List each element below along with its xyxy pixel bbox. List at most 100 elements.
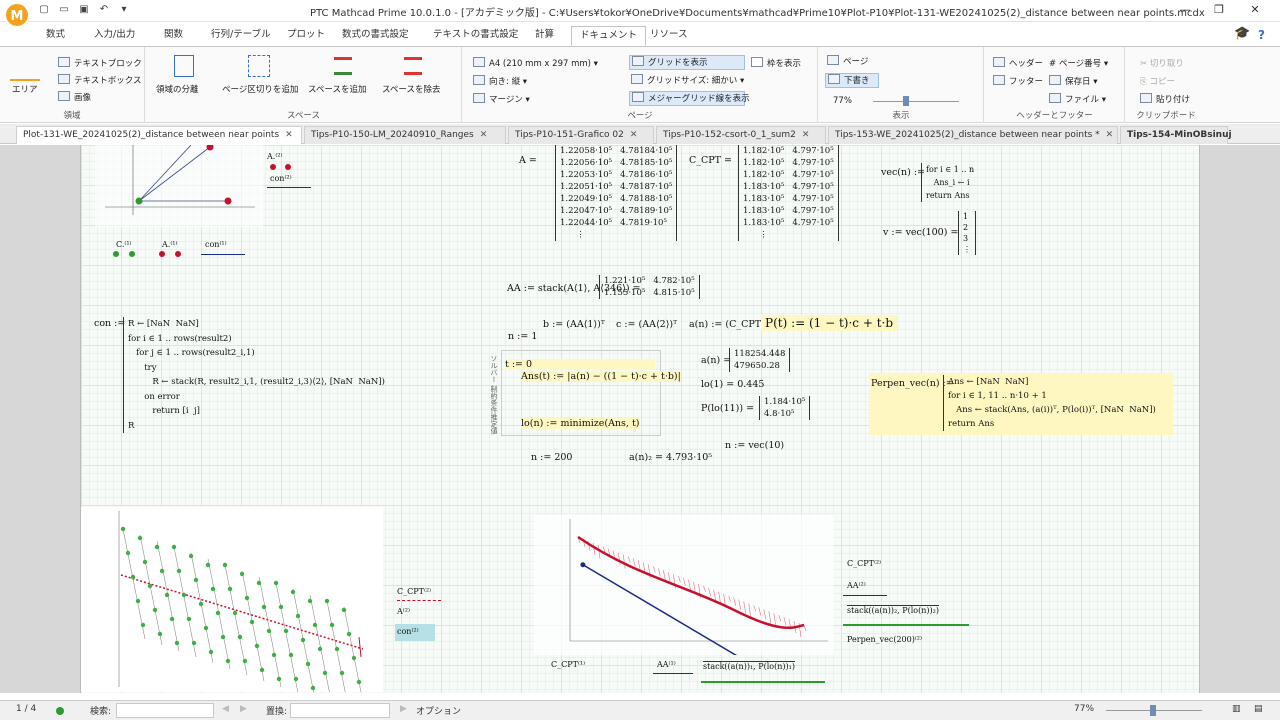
status-zoom-thumb[interactable] [1150,705,1156,716]
con-program[interactable]: R ← [NaN NaN] for i ∈ 1 .. rows(result2)… [123,317,385,433]
save-icon[interactable]: ▣ [78,4,90,16]
replace-next-icon[interactable]: ▶ [400,704,407,714]
new-file-icon[interactable]: ▢ [38,4,50,16]
a-n-vector[interactable]: 118254.448 479650.28 [729,348,791,372]
doc-tab-6-label: Tips-154-MinOBsinuj [1127,130,1232,140]
legend-marker [285,164,291,170]
add-page-break-button[interactable]: ページ区切りを追加 [222,83,298,95]
close-icon[interactable]: ✕ [1106,130,1114,140]
c-def[interactable]: c := (AA⟨2⟩)ᵀ [616,319,677,330]
page-number-dropdown[interactable]: # ページ番号 ▾ [1049,57,1108,69]
draft-view-button[interactable]: 下書き [825,73,879,88]
data-point [288,652,294,658]
close-button[interactable]: ✕ [1240,3,1270,19]
minimize-button[interactable]: — [1170,3,1200,19]
orientation-dropdown[interactable]: 向き: 縦 ▾ [473,75,527,87]
b-def[interactable]: b := (AA⟨1⟩)ᵀ [543,319,605,330]
search-input[interactable] [116,703,214,718]
options-button[interactable]: オプション [416,704,461,717]
a-n-2-eval[interactable]: a(n)₂ = 4.793·10⁵ [629,452,712,463]
tab-io[interactable]: 入力/出力 [86,26,143,46]
grid-size-dropdown[interactable]: グリッドサイズ: 細かい ▾ [631,74,744,86]
mathcad-logo[interactable]: M [4,2,30,28]
image-button[interactable]: 画像 [58,91,91,103]
paper-size-dropdown[interactable]: A4 (210 mm x 297 mm) ▾ [473,57,598,69]
worksheet-page[interactable]: A.⁽²⁾ con⁽²⁾ C.⁽¹⁾ A.⁽¹⁾ con⁽¹⁾ A = 1.22… [80,145,1200,693]
tab-plots[interactable]: プロット [279,26,333,46]
P-def[interactable]: P(t) := (1 − t)·c + t·b [761,315,898,331]
add-space-button[interactable]: スペースを追加 [308,83,366,95]
help-icon[interactable]: ? [1258,28,1265,42]
header-button[interactable]: ヘッダー [993,57,1043,69]
n-equals-200[interactable]: n := 200 [531,452,572,463]
zoom-slider[interactable] [863,96,969,106]
file-dropdown[interactable]: ファイル ▾ [1049,93,1106,105]
tab-math[interactable]: 数式 [38,26,73,46]
data-point [140,622,146,628]
show-grid-toggle[interactable]: グリッドを表示 [629,55,745,70]
close-icon[interactable]: ✕ [285,130,293,140]
tab-functions[interactable]: 関数 [156,26,191,46]
legend-ccpt1: C_CPT⁽¹⁾ [551,660,586,669]
t-equals-0[interactable]: t := 0 [505,359,655,370]
page-view-icon[interactable]: ▥ [1232,704,1241,714]
page-view-button[interactable]: ページ [827,55,879,70]
tab-calculation[interactable]: 計算 [527,26,562,46]
text-block-button[interactable]: テキストブロック [58,57,142,69]
doc-tab-3[interactable]: Tips-P10-151-Grafico 02 ✕ [508,126,654,144]
P-lo11-vector[interactable]: 1.184·10⁵ 4.8·10⁵ [759,396,811,420]
remove-space-button[interactable]: スペースを除去 [382,83,440,95]
tab-document[interactable]: ドキュメント [571,26,647,46]
footer-button[interactable]: フッター [993,75,1043,87]
close-icon[interactable]: ✕ [480,130,488,140]
paste-button[interactable]: 貼り付け [1140,93,1190,105]
search-prev-icon[interactable]: ◀ [222,704,229,714]
doc-tab-1[interactable]: Plot-131-WE_20241025(2)_distance between… [16,126,302,144]
graduation-cap-icon[interactable]: 🎓 [1234,26,1250,41]
scatter-plot-left[interactable] [81,507,383,692]
doc-tab-6[interactable]: Tips-154-MinOBsinuj [1120,126,1232,144]
area-button[interactable]: エリア [12,83,38,95]
search-next-icon[interactable]: ▶ [240,704,247,714]
tab-text-format[interactable]: テキストの書式設定 [425,26,526,46]
data-point [191,640,197,646]
chart-center[interactable] [534,515,834,655]
dropdown-icon[interactable]: ▾ [118,4,130,16]
copy-button[interactable]: ⎘ コピー [1140,75,1175,87]
doc-tab-5[interactable]: Tips-153-WE_20241025(2)_distance between… [828,126,1118,144]
v-vector[interactable]: 1 2 3 ⋮ [958,211,976,255]
undo-icon[interactable]: ↶ [98,4,110,16]
AA-matrix[interactable]: 1.221·10⁵ 4.782·10⁵ 1.155·10⁵ 4.815·10⁵ [599,275,700,299]
maximize-button[interactable]: ❐ [1204,3,1234,19]
legend-stack2: stack((a(n))₂, P(lo(n))₂) [847,605,939,615]
replace-input[interactable] [290,703,390,718]
small-xy-plot[interactable] [95,145,263,227]
major-grid-toggle[interactable]: メジャーグリッド線を表示 [629,91,750,106]
n-vec10[interactable]: n := vec(10) [725,440,784,451]
doc-tab-4[interactable]: Tips-P10-152-csort-0_1_sum2 ✕ [656,126,826,144]
show-frame-checkbox[interactable]: 枠を表示 [751,57,801,69]
tab-matrix[interactable]: 行列/テーブル [203,26,279,46]
open-folder-icon[interactable]: ▭ [58,4,70,16]
close-icon[interactable]: ✕ [630,130,638,140]
vec-program[interactable]: for i ∈ 1 .. n Ans_i ← i return Ans [921,163,974,202]
lo-1-eval[interactable]: lo(1) = 0.445 [701,379,764,390]
A-matrix[interactable]: 1.22058·10⁵ 4.78184·10⁵ 1.22056·10⁵ 4.78… [555,145,678,241]
cut-button[interactable]: ✂ 切り取り [1140,57,1184,69]
ccpt-matrix[interactable]: 1.182·10⁵ 4.797·10⁵ 1.182·10⁵ 4.797·10⁵ … [738,145,839,241]
perpen-program[interactable]: Ans ← [NaN NaN] for i ∈ 1, 11 .. n·10 + … [943,375,1156,431]
close-icon[interactable]: ✕ [802,130,810,140]
separate-regions-button[interactable]: 領域の分離 [156,83,199,95]
ans-def[interactable]: Ans(t) := |a(n) − ((1 − t)·c + t·b)| [521,371,681,382]
legend-stack1: stack((a(n))₁, P(lo(n))₁) [703,661,795,671]
draft-view-icon[interactable]: ▤ [1254,704,1263,714]
doc-tab-2[interactable]: Tips-P10-150-LM_20240910_Ranges ✕ [304,126,506,144]
lo-def[interactable]: lo(n) := minimize(Ans, t) [521,418,640,429]
text-box-button[interactable]: テキストボックス [58,74,142,86]
n-equals-1[interactable]: n := 1 [508,331,537,342]
tab-resources[interactable]: リソース [642,26,696,46]
margin-dropdown[interactable]: マージン ▾ [473,93,530,105]
area-icon[interactable] [10,55,40,81]
tab-math-format[interactable]: 数式の書式設定 [334,26,417,46]
save-date-dropdown[interactable]: 保存日 ▾ [1049,75,1097,87]
